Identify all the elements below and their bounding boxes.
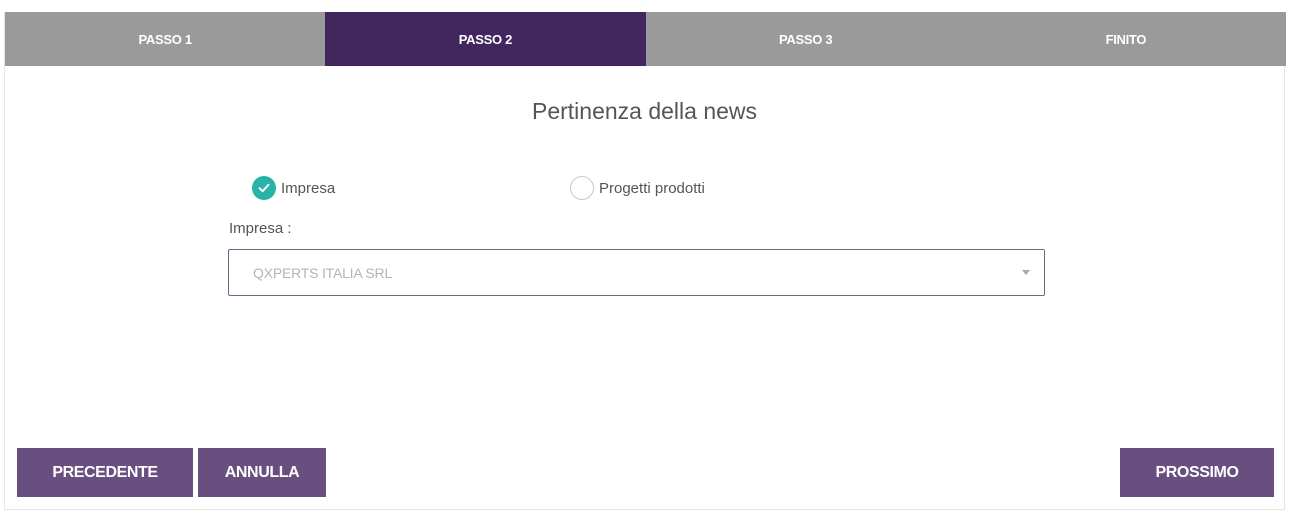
step-2-tab[interactable]: PASSO 2 (325, 12, 646, 66)
impresa-field-label: Impresa : (229, 220, 292, 237)
step-3-tab[interactable]: PASSO 3 (645, 12, 966, 66)
impresa-select-value: QXPERTS ITALIA SRL (253, 264, 393, 281)
page-title: Pertinenza della news (531, 98, 758, 124)
wizard-panel: PASSO 1 PASSO 2 PASSO 3 FINITO Pertinenz… (4, 12, 1286, 510)
cancel-button[interactable]: ANNULLA (198, 448, 326, 497)
step-1-tab[interactable]: PASSO 1 (5, 12, 326, 66)
previous-button[interactable]: PRECEDENTE (17, 448, 193, 497)
chevron-down-icon (1022, 270, 1030, 275)
radio-impresa[interactable]: Impresa (252, 176, 335, 200)
next-button[interactable]: PROSSIMO (1120, 448, 1274, 497)
step-finito-tab[interactable]: FINITO (965, 12, 1286, 66)
impresa-select[interactable]: QXPERTS ITALIA SRL (228, 249, 1045, 296)
radio-progetti-prodotti[interactable]: Progetti prodotti (570, 176, 705, 200)
radio-impresa-label: Impresa (281, 179, 336, 197)
radio-empty-circle-icon (570, 176, 594, 200)
radio-progetti-prodotti-label: Progetti prodotti (599, 179, 705, 197)
wizard-steps: PASSO 1 PASSO 2 PASSO 3 FINITO (5, 12, 1286, 66)
check-circle-icon (252, 176, 276, 200)
